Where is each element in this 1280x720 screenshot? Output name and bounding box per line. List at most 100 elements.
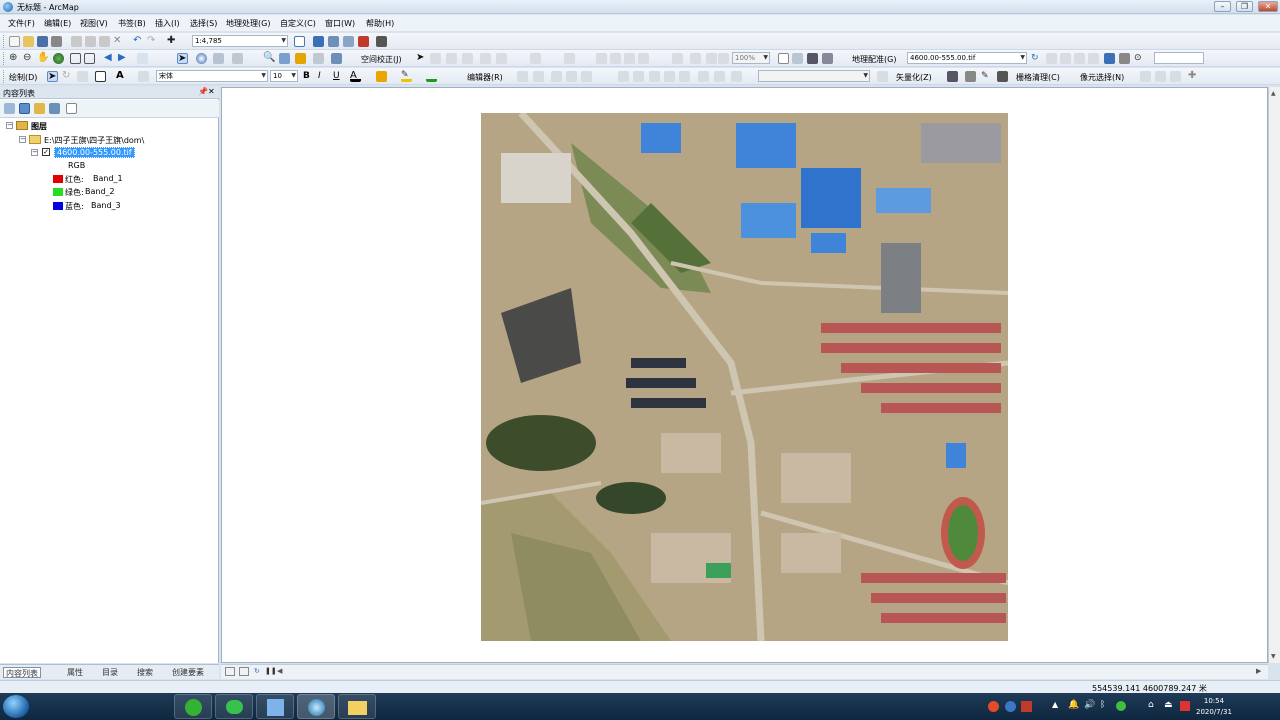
fixed-zoom-in-layout-icon[interactable] [690,53,701,64]
maximize-button[interactable]: ❐ [1236,1,1253,12]
close-icon[interactable]: ✕ [208,87,215,96]
view-link-table-icon[interactable] [530,53,541,64]
select-features-icon[interactable] [137,53,148,64]
tray-security-icon[interactable] [1116,701,1126,711]
vertical-scrollbar[interactable]: ▲ ▼ [1268,87,1280,663]
font-combo[interactable]: 宋体 ▼ [156,70,268,82]
scroll-down-icon[interactable]: ▼ [1271,653,1276,660]
go-back-layout-icon[interactable] [718,53,729,64]
cut-icon[interactable] [71,36,82,47]
rotate-icon[interactable]: ↻ [1031,53,1042,64]
taskbar-browser-icon[interactable] [174,694,212,719]
vectorization-settings-icon[interactable] [877,71,888,82]
tray-alert-icon[interactable] [1180,701,1190,711]
orthophoto-raster[interactable] [481,113,1008,641]
interactive-select-icon[interactable] [1155,71,1166,82]
empty-combo[interactable] [1154,52,1204,64]
menu-windows[interactable]: 窗口(W) [325,18,355,29]
toolbar-grip[interactable] [3,70,6,83]
folder-path-label[interactable]: E:\四子王旗\四子王旗\dom\ [44,135,144,146]
layers-root-label[interactable]: 图层 [31,121,47,132]
menu-selection[interactable]: 选择(S) [190,18,217,29]
save-icon[interactable] [37,36,48,47]
split-tool-icon[interactable] [618,71,629,82]
georeference-layer-combo[interactable]: 4600.00-555.00.tif ▼ [907,52,1027,64]
pin-icon[interactable]: 📌 [198,87,208,96]
change-layout-icon[interactable] [807,53,818,64]
bluetooth-icon[interactable]: ᛒ [1100,700,1105,710]
find-route-icon[interactable] [279,53,290,64]
arctoolbox-icon[interactable] [358,36,369,47]
tab-create-features[interactable]: 创建要素 [160,667,204,678]
paste-icon[interactable] [99,36,110,47]
data-driven-pages-icon[interactable] [822,53,833,64]
plus-icon[interactable]: ✚ [1188,71,1199,82]
find-icon[interactable]: 🔍 [263,53,275,64]
focus-data-frame-icon[interactable] [792,53,803,64]
list-by-drawing-order-icon[interactable] [4,103,15,114]
bold-icon[interactable]: B [303,71,314,82]
tab-catalog[interactable]: 目录 [90,667,118,678]
taskbar-wechat-icon[interactable] [215,694,253,719]
zoom-out-icon[interactable]: ⊖ [23,53,34,64]
collapse-layer-icon[interactable]: − [31,149,38,156]
zoom-to-selected-icon[interactable] [77,71,88,82]
spatial-adjustment-menu[interactable]: 空间校正(J) [361,54,402,65]
forward-extent-icon[interactable]: ▶ [118,53,129,64]
select-elements-icon[interactable]: ➤ [47,71,58,82]
list-by-source-icon[interactable] [19,103,30,114]
delete-icon[interactable]: ✕ [113,36,124,47]
font-size-combo[interactable]: 10 ▼ [270,70,298,82]
editor-toolbar-icon[interactable] [294,36,305,47]
tab-table-of-contents[interactable]: 内容列表 [3,667,41,678]
measure-icon[interactable] [313,53,324,64]
menu-file[interactable]: 文件(F) [8,18,35,29]
green-band-swatch[interactable] [53,188,63,196]
attributes-icon[interactable] [649,71,660,82]
tray-expand-icon[interactable]: ▲ [1052,700,1058,709]
close-button[interactable]: ✕ [1258,1,1278,12]
refresh-icon[interactable]: ↻ [254,667,260,675]
eraser-icon[interactable] [997,71,1008,82]
undo-icon[interactable]: ↶ [133,36,144,47]
tab-attributes[interactable]: 属性 [55,667,83,678]
layout-pan-icon[interactable] [624,53,635,64]
edit-annotation-icon[interactable] [533,71,544,82]
clear-selection-icon[interactable] [1170,71,1181,82]
taskbar-explorer-icon[interactable] [338,694,376,719]
network-icon[interactable]: ⌂ [1148,700,1154,710]
zoom-whole-page-icon[interactable] [638,53,649,64]
start-button-icon[interactable] [3,695,29,718]
edit-tool-icon[interactable] [517,71,528,82]
zoom-100-icon[interactable] [672,53,683,64]
options-icon[interactable] [66,103,77,114]
notification-icon[interactable]: 🔔 [1068,700,1079,710]
shift-icon[interactable] [1046,53,1057,64]
pan-icon[interactable]: ✋ [37,53,49,64]
menu-edit[interactable]: 编辑(E) [44,18,71,29]
identify-icon[interactable] [196,53,207,64]
rotate-element-icon[interactable]: ↻ [62,71,73,82]
layout-zoom-out-icon[interactable] [610,53,621,64]
map-scale-combo[interactable]: 1:4,785 ▼ [192,35,288,47]
layout-view-icon[interactable] [239,667,249,676]
editor-menu[interactable]: 编辑器(R) [467,72,503,83]
scroll-left-icon[interactable]: ◀ [277,667,282,675]
tray-app-icon[interactable] [1021,701,1032,712]
toggle-draft-mode-icon[interactable] [778,53,789,64]
html-popup-icon[interactable] [232,53,243,64]
trace-icon[interactable] [581,71,592,82]
preview-window-icon[interactable] [564,53,575,64]
go-to-xy-icon[interactable] [295,53,306,64]
toolbar-grip[interactable] [3,35,6,48]
tray-ime-icon[interactable] [988,701,999,712]
select-connected-cells-icon[interactable] [1140,71,1151,82]
text-icon[interactable]: A [116,71,127,82]
taskbar-clock[interactable]: 10:54 2020/7/31 [1196,696,1232,718]
tab-search[interactable]: 搜索 [125,667,153,678]
arcmap-app-icon[interactable] [3,2,13,12]
marker-color-icon[interactable] [426,71,437,82]
multi-link-icon[interactable] [462,53,473,64]
fixed-zoom-out-icon[interactable] [84,53,95,64]
font-color-icon[interactable]: A [350,71,361,82]
